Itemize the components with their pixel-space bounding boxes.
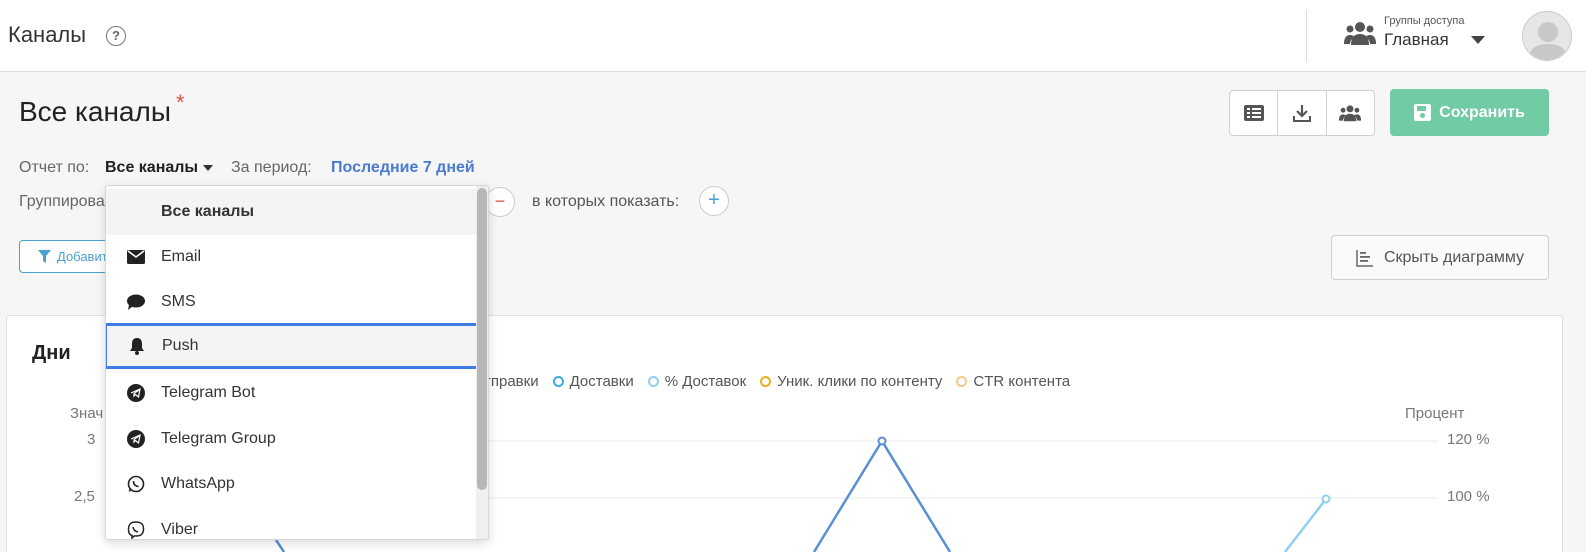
data-point[interactable] [1321,494,1331,504]
dropdown-item-label: WhatsApp [161,475,235,492]
dropdown-item-all-channels[interactable]: Все каналы [106,189,478,235]
viber-icon [126,520,146,539]
dropdown-item-label: Push [162,337,199,354]
data-point[interactable] [877,436,887,446]
scrollbar-thumb[interactable] [477,188,487,490]
telegram-icon [126,383,146,403]
dropdown-item-sms[interactable]: SMS [106,279,478,325]
dropdown-item-email[interactable]: Email [106,234,478,280]
whatsapp-icon [126,474,146,494]
dropdown-item-telegram-bot[interactable]: Telegram Bot [106,370,478,416]
dropdown-item-push[interactable]: Push [106,323,479,369]
dropdown-item-label: SMS [161,293,196,310]
report-by-dropdown: Все каналы Email SMS Push Telegram Bot T… [105,185,489,540]
dropdown-item-label: Telegram Bot [161,384,256,401]
dropdown-item-label: Telegram Group [161,430,276,447]
series-line-fragment [274,539,286,552]
dropdown-item-whatsapp[interactable]: WhatsApp [106,461,478,507]
dropdown-item-telegram-group[interactable]: Telegram Group [106,416,478,462]
bell-icon [127,336,147,356]
series-line-deliveries [812,438,952,552]
chat-bubble-icon [126,292,146,312]
series-line-delivery-percent [1284,498,1327,552]
dropdown-scrollbar[interactable] [476,186,488,539]
dropdown-item-label: Email [161,248,202,265]
envelope-icon [126,247,146,267]
dropdown-item-viber[interactable]: Viber [106,507,478,539]
dropdown-item-label: Viber [161,521,199,538]
dropdown-item-label: Все каналы [161,203,255,220]
telegram-icon [126,429,146,449]
